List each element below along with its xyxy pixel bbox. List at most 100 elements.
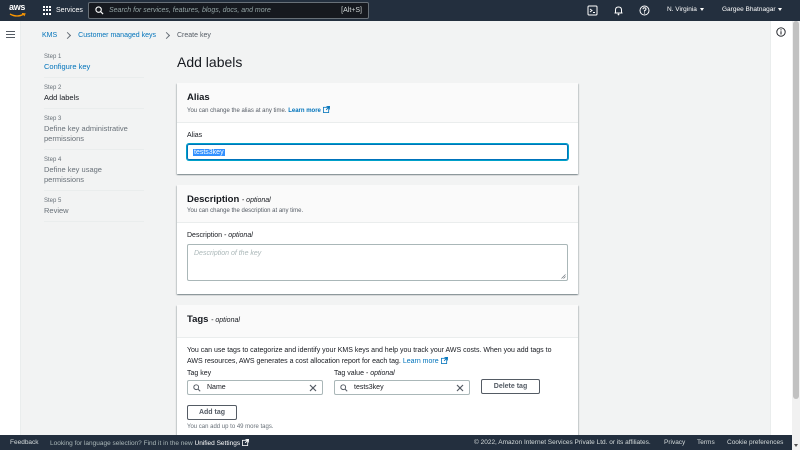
tags-description-text: You can use tags to categorize and ident… <box>187 347 552 365</box>
description-panel-header: Description - optional You can change th… <box>177 185 578 223</box>
step-link-configure-key[interactable]: Configure key <box>44 62 144 72</box>
external-link-icon <box>440 356 448 364</box>
cookie-preferences-link[interactable]: Cookie preferences <box>727 439 783 446</box>
region-label: N. Virginia <box>667 6 697 13</box>
page-scrollbar[interactable] <box>792 21 800 450</box>
description-panel-body: Description - optional Description of th… <box>177 223 578 291</box>
search-input[interactable]: Search for services, features, blogs, do… <box>88 2 369 19</box>
user-name: Gargee Bhatnagar <box>722 6 776 13</box>
terms-link[interactable]: Terms <box>697 439 715 446</box>
aws-logo[interactable]: aws <box>9 3 29 18</box>
step-3: Step 3 Define key administrative permiss… <box>44 115 144 150</box>
tags-description: You can use tags to categorize and ident… <box>187 346 568 367</box>
alias-panel-body: Alias tests3key <box>177 123 578 170</box>
footer: Feedback Looking for language selection?… <box>0 435 792 450</box>
tools-panel-strip <box>770 21 792 435</box>
step-number: Step 2 <box>44 85 62 91</box>
tags-limit-hint: You can add up to 49 more tags. <box>187 424 274 430</box>
step-label-admin-permissions: Define key administrative permissions <box>44 124 128 143</box>
tags-panel-header: Tags - optional <box>177 305 578 338</box>
add-tag-button[interactable]: Add tag <box>187 405 237 420</box>
search-shortcut: [Alt+S] <box>341 7 362 14</box>
bell-icon[interactable] <box>613 5 624 16</box>
step-label-add-labels: Add labels <box>44 93 80 102</box>
language-notice-text: Looking for language selection? Find it … <box>50 439 193 447</box>
resize-handle-icon[interactable] <box>561 274 566 279</box>
clear-icon[interactable] <box>309 384 317 392</box>
tags-title-text: Tags <box>187 314 209 325</box>
tag-value-label: Tag value - optional <box>334 370 470 377</box>
optional-label: - optional <box>223 232 253 239</box>
grid-icon <box>43 6 52 15</box>
breadcrumb-customer-managed-keys[interactable]: Customer managed keys <box>78 32 156 39</box>
feedback-link[interactable]: Feedback <box>10 439 39 446</box>
step-label-usage-permissions: Define key usage permissions <box>44 165 102 184</box>
step-4: Step 4 Define key usage permissions <box>44 156 144 191</box>
step-number: Step 4 <box>44 157 62 163</box>
search-icon <box>193 383 201 392</box>
tag-key-column: Tag key Name <box>187 370 323 395</box>
caret-down-icon <box>778 8 783 11</box>
clear-icon[interactable] <box>456 384 464 392</box>
external-link-icon <box>322 106 330 113</box>
breadcrumb-kms[interactable]: KMS <box>42 32 57 39</box>
side-navigation-toggle-strip <box>0 21 21 435</box>
page-title: Add labels <box>177 54 243 70</box>
breadcrumb: KMS Customer managed keys Create key <box>42 31 211 40</box>
alias-field-label: Alias <box>187 132 203 139</box>
cloudshell-icon[interactable] <box>587 5 598 16</box>
description-title: Description - optional <box>187 194 568 205</box>
unified-settings-link[interactable]: Unified Settings <box>194 438 250 447</box>
account-menu[interactable]: Gargee Bhatnagar <box>722 6 783 13</box>
aws-smile-icon <box>9 13 26 17</box>
unified-settings-label: Unified Settings <box>194 439 241 447</box>
region-selector[interactable]: N. Virginia <box>667 6 704 13</box>
chevron-right-icon <box>162 31 171 40</box>
external-link-icon <box>242 438 250 446</box>
tag-value-column: Tag value - optional tests3key <box>334 370 470 395</box>
tags-panel-body: You can use tags to categorize and ident… <box>177 338 578 440</box>
breadcrumb-current: Create key <box>177 32 211 39</box>
step-1: Step 1 Configure key <box>44 53 144 78</box>
search-placeholder: Search for services, features, blogs, do… <box>109 7 271 14</box>
optional-label: - optional <box>211 317 240 324</box>
alias-description: You can change the alias at any time. Le… <box>187 106 568 114</box>
tag-value-input[interactable]: tests3key <box>334 380 470 395</box>
copyright: © 2022, Amazon Internet Services Private… <box>474 439 651 446</box>
tag-key-label: Tag key <box>187 370 212 377</box>
alias-panel-header: Alias You can change the alias at any ti… <box>177 83 578 123</box>
scrollbar-thumb[interactable] <box>793 21 799 399</box>
tag-key-input[interactable]: Name <box>187 380 323 395</box>
step-2: Step 2 Add labels <box>44 84 144 109</box>
privacy-link[interactable]: Privacy <box>664 439 685 446</box>
tag-key-value: Name <box>207 384 226 391</box>
caret-down-icon <box>699 8 704 11</box>
delete-tag-button[interactable]: Delete tag <box>481 379 540 394</box>
description-panel: Description - optional You can change th… <box>177 185 578 294</box>
step-number: Step 3 <box>44 116 62 122</box>
scroll-down-icon[interactable] <box>794 444 798 447</box>
description-field-label-text: Description <box>187 232 223 239</box>
alias-learn-more-link[interactable]: Learn more <box>288 106 330 114</box>
description-field-label: Description - optional <box>187 232 568 239</box>
tag-row: Tag key Name Tag value - optional tests3… <box>187 370 568 395</box>
tags-panel: Tags - optional You can use tags to cate… <box>177 305 578 440</box>
learn-more-label: Learn more <box>288 108 321 114</box>
menu-icon[interactable] <box>6 31 15 38</box>
alias-title: Alias <box>187 92 210 103</box>
optional-label: - optional <box>365 370 395 377</box>
alias-panel: Alias You can change the alias at any ti… <box>177 83 578 174</box>
tag-value-value: tests3key <box>354 384 384 391</box>
description-textarea[interactable]: Description of the key <box>187 244 568 281</box>
language-notice: Looking for language selection? Find it … <box>50 438 250 447</box>
alias-desc-text: You can change the alias at any time. <box>187 108 287 114</box>
tags-learn-more-link[interactable]: Learn more <box>402 356 448 365</box>
optional-label: - optional <box>241 197 271 204</box>
services-menu-button[interactable]: Services <box>43 4 83 17</box>
info-icon[interactable] <box>776 27 786 37</box>
delete-tag-wrapper: Delete tag <box>481 370 540 395</box>
alias-input[interactable]: tests3key <box>187 144 568 160</box>
description-title-text: Description <box>187 194 240 205</box>
help-icon[interactable] <box>639 5 650 16</box>
learn-more-label: Learn more <box>402 357 439 365</box>
